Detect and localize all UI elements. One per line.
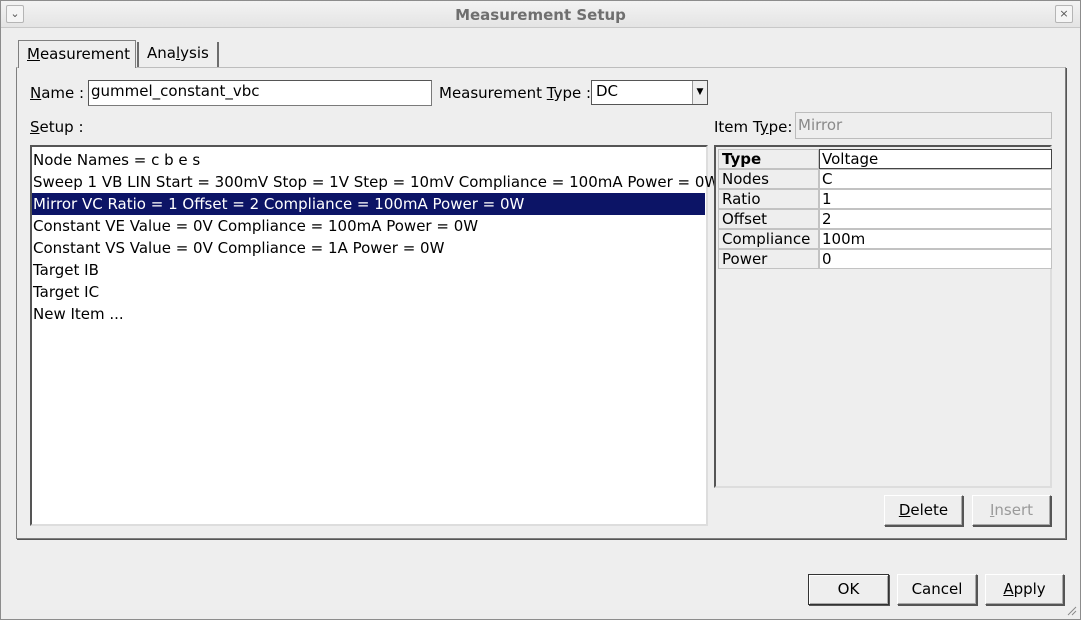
list-item-selected[interactable]: Mirror VC Ratio = 1 Offset = 2 Complianc… [32, 193, 705, 215]
list-item[interactable]: Constant VS Value = 0V Compliance = 1A P… [32, 237, 706, 259]
label-text: Item T [714, 118, 760, 136]
list-item[interactable]: Sweep 1 VB LIN Start = 300mV Stop = 1V S… [32, 171, 719, 193]
property-row: Power 0 [718, 249, 1052, 269]
label-mnemonic: S [30, 118, 40, 136]
property-value[interactable]: C [819, 169, 1052, 189]
tab-label: Ana [147, 44, 176, 62]
window-title: Measurement Setup [455, 6, 626, 24]
button-label: elete [910, 501, 949, 519]
label-mnemonic: N [30, 84, 42, 102]
property-value[interactable]: Voltage [819, 149, 1052, 169]
property-key: Nodes [718, 169, 819, 189]
setup-list-items: Node Names = c b e s Sweep 1 VB LIN Star… [32, 147, 719, 325]
item-type-label: Item Type: [714, 118, 792, 136]
button-mnemonic: A [1003, 580, 1014, 598]
property-value[interactable]: 2 [819, 209, 1052, 229]
measurement-type-value: DC [596, 82, 619, 100]
tab-measurement[interactable]: Measurement [18, 40, 136, 68]
title-bar[interactable]: ⌄ Measurement Setup × [1, 1, 1080, 28]
item-type-field: Mirror [795, 112, 1052, 139]
property-row: Nodes C [718, 169, 1052, 189]
label-text: etup : [39, 118, 84, 136]
apply-button[interactable]: Apply [985, 574, 1064, 605]
label-text: ype : [553, 84, 592, 102]
property-key: Power [718, 249, 819, 269]
property-key: Ratio [718, 189, 819, 209]
property-row: Compliance 100m [718, 229, 1052, 249]
name-label: Name : [30, 84, 84, 102]
list-item[interactable]: Constant VE Value = 0V Compliance = 100m… [32, 215, 706, 237]
list-item[interactable]: New Item ... [32, 303, 706, 325]
delete-button[interactable]: Delete [884, 495, 963, 526]
button-label: pply [1013, 580, 1046, 598]
ok-button[interactable]: OK [808, 574, 889, 605]
properties-grid: Type Voltage Nodes C Ratio 1 Offset 2 Co… [714, 145, 1052, 488]
label-text: ame : [41, 84, 85, 102]
button-label: nsert [994, 501, 1034, 519]
property-row: Type Voltage [718, 149, 1052, 169]
label-text: pe: [768, 118, 793, 136]
property-key: Compliance [718, 229, 819, 249]
tab-analysis[interactable]: Analysis [137, 42, 219, 67]
list-item[interactable]: Target IB [32, 259, 706, 281]
measurement-setup-window: ⌄ Measurement Setup × Measurement Analys… [0, 0, 1081, 620]
label-mnemonic: y [759, 118, 769, 136]
tab-mnemonic: M [27, 45, 40, 63]
tab-label: easurement [39, 45, 130, 63]
label-text: Measurement [439, 84, 547, 102]
property-value[interactable]: 100m [819, 229, 1052, 249]
property-value[interactable]: 1 [819, 189, 1052, 209]
insert-button[interactable]: Insert [972, 495, 1051, 526]
property-key: Type [718, 149, 819, 169]
name-input[interactable]: gummel_constant_vbc [88, 80, 432, 106]
tab-label: ysis [180, 44, 209, 62]
property-key: Offset [718, 209, 819, 229]
resize-grip-icon[interactable] [1065, 604, 1077, 616]
property-row: Ratio 1 [718, 189, 1052, 209]
label-mnemonic: T [546, 84, 554, 102]
cancel-button[interactable]: Cancel [897, 574, 977, 605]
chevron-down-icon[interactable]: ▼ [692, 81, 707, 104]
property-row: Offset 2 [718, 209, 1052, 229]
close-icon[interactable]: × [1055, 5, 1073, 23]
button-mnemonic: D [898, 501, 911, 519]
list-item[interactable]: Node Names = c b e s [32, 149, 706, 171]
setup-label: Setup : [30, 118, 84, 136]
setup-list[interactable]: Node Names = c b e s Sweep 1 VB LIN Star… [30, 145, 719, 526]
property-value[interactable]: 0 [819, 249, 1052, 269]
measurement-type-label: Measurement Type : [439, 84, 591, 102]
list-item[interactable]: Target IC [32, 281, 706, 303]
measurement-type-select[interactable]: DC ▼ [591, 80, 708, 105]
